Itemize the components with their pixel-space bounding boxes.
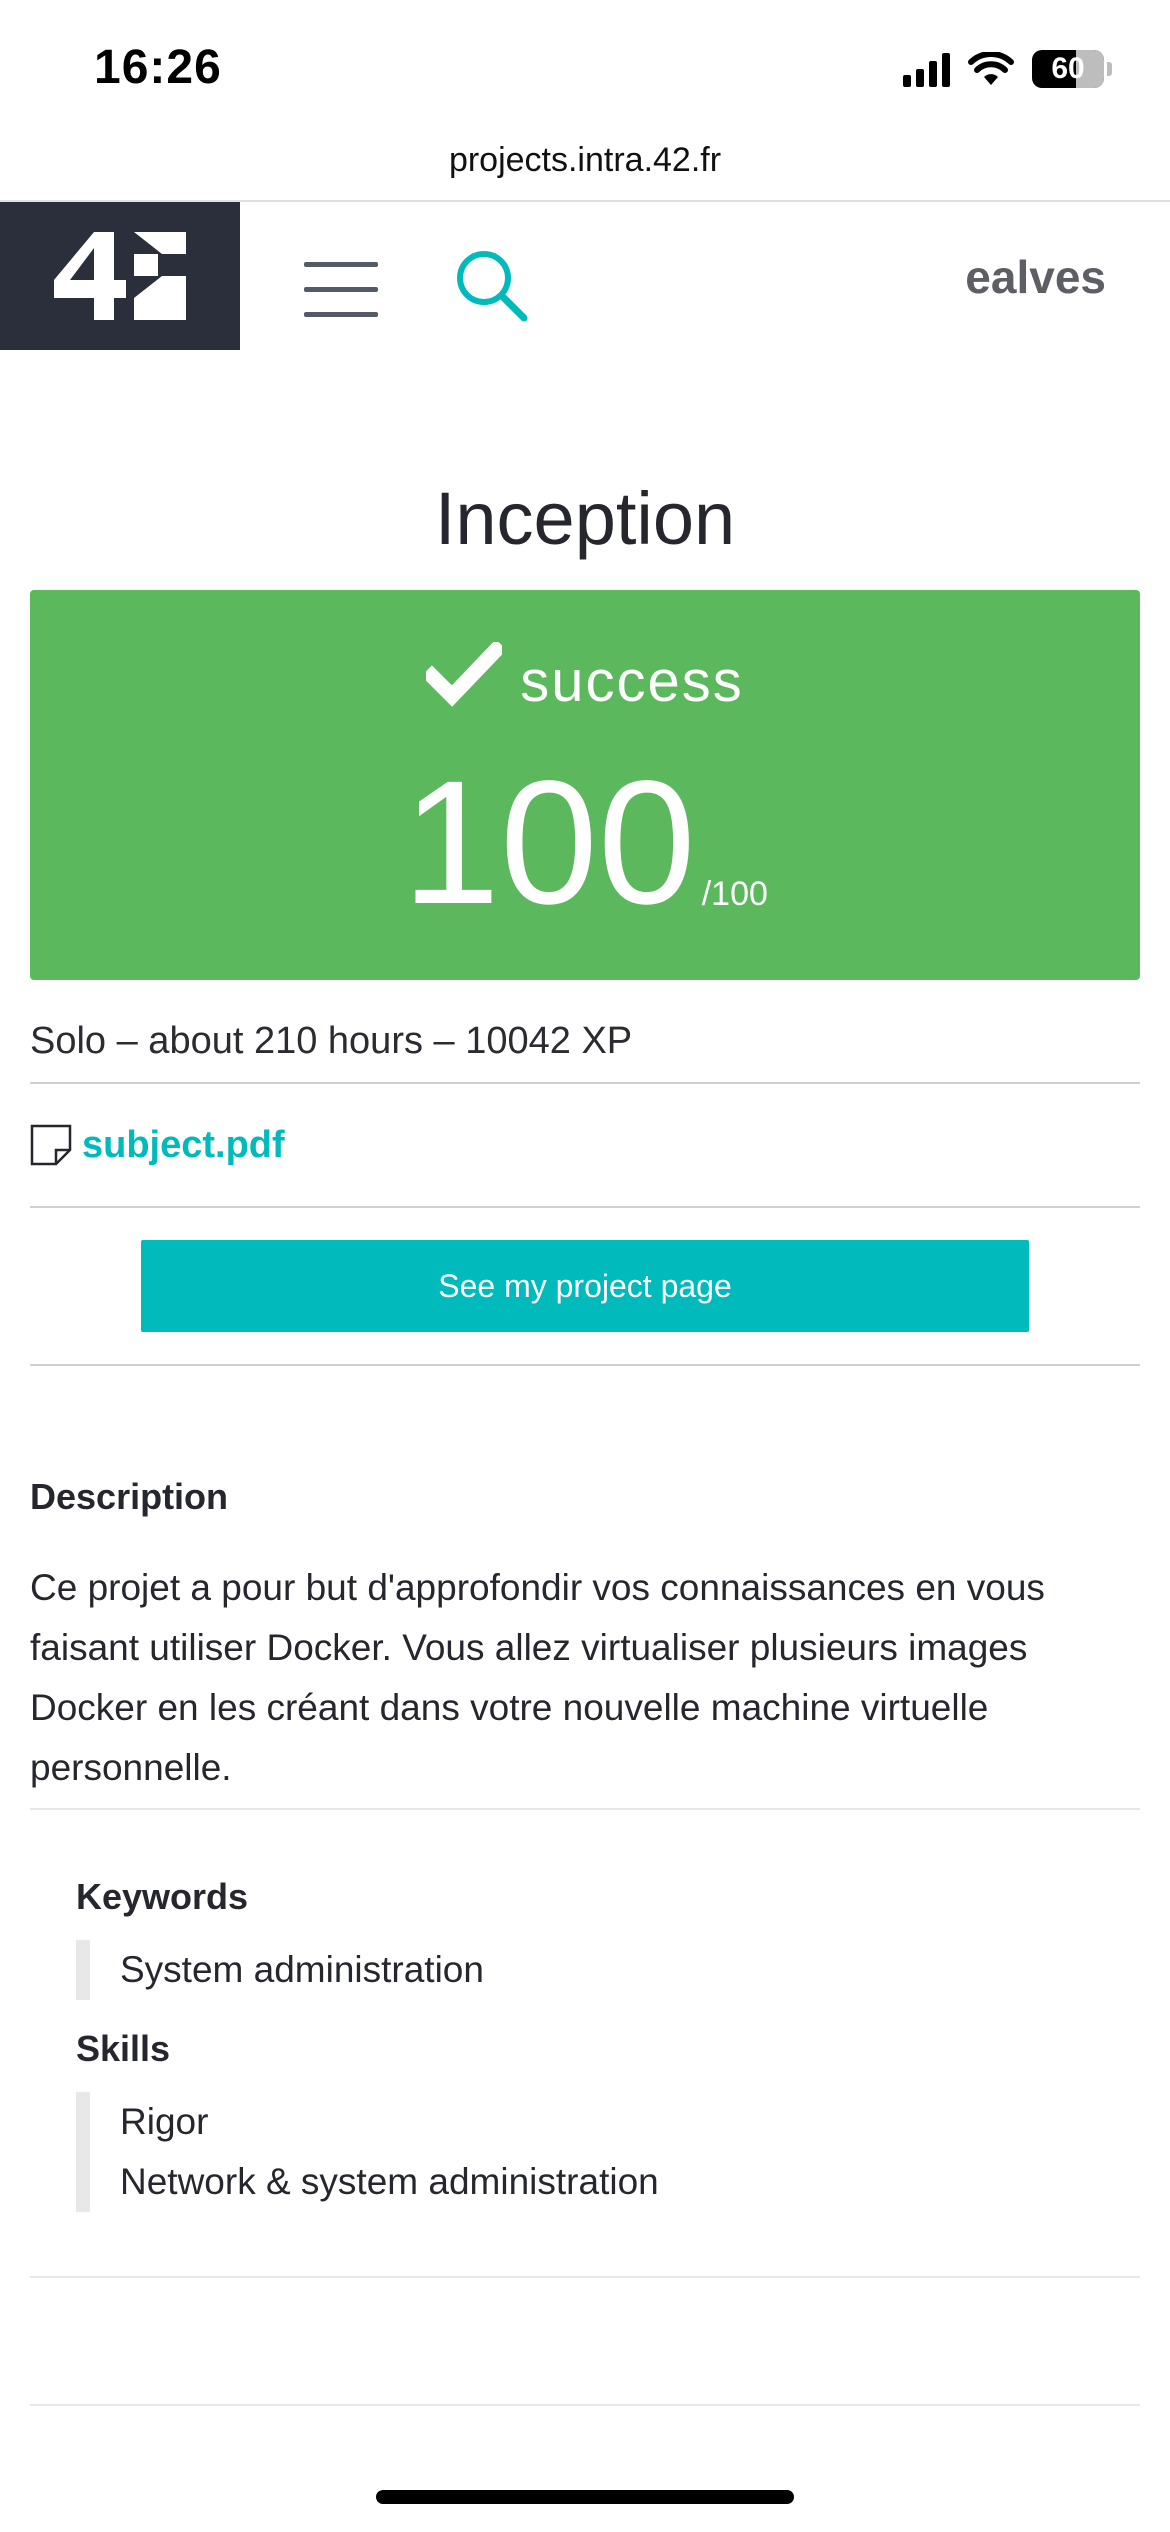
keywords-list: System administration (76, 1940, 1140, 2000)
project-title: Inception (434, 477, 736, 560)
file-icon (30, 1124, 72, 1166)
browser-url-bar[interactable]: projects.intra.42.fr (0, 130, 1170, 202)
keyword-item: System administration (120, 1949, 484, 1990)
skill-item: Rigor (120, 2101, 209, 2142)
username[interactable]: ealves (965, 250, 1106, 304)
divider (30, 1808, 1140, 1810)
keywords-title: Keywords (76, 1876, 249, 1917)
home-indicator[interactable] (376, 2490, 794, 2504)
description-title: Description (30, 1476, 229, 1517)
status-icons: 60 (903, 50, 1112, 88)
score-value: 100 (402, 745, 696, 941)
score-max: /100 (701, 875, 768, 913)
search-icon[interactable] (452, 246, 532, 326)
divider (30, 2404, 1140, 2406)
skills-title: Skills (76, 2028, 171, 2069)
main-content: Inception success 100 /100 Solo – about … (30, 350, 1140, 2406)
subject-pdf-link[interactable]: subject.pdf (82, 1124, 285, 1167)
status-bar: 16:26 60 (0, 0, 1170, 140)
wifi-icon (968, 52, 1014, 85)
result-status-label: success (520, 649, 744, 714)
cellular-signal-icon (903, 51, 950, 87)
score: 100 /100 (30, 745, 1140, 941)
battery-icon: 60 (1032, 50, 1104, 88)
divider (30, 1364, 1140, 1366)
menu-hamburger-icon[interactable] (304, 262, 378, 318)
see-project-page-button[interactable]: See my project page (141, 1240, 1029, 1332)
project-page-button-row: See my project page (30, 1208, 1140, 1364)
subject-file-row: subject.pdf (30, 1084, 1140, 1206)
tags-block: Keywords System administration Skills Ri… (30, 1876, 1140, 2212)
result-box: success 100 /100 (30, 590, 1140, 980)
divider (30, 2276, 1140, 2278)
url-text: projects.intra.42.fr (448, 141, 722, 179)
checkmark-icon (426, 641, 503, 707)
result-status: success (30, 634, 1140, 715)
description-text: Ce projet a pour but d'approfondir vos c… (30, 1567, 1045, 1788)
battery-level: 60 (1051, 52, 1085, 85)
app-header: ealves (0, 202, 1170, 350)
skills-list: Rigor Network & system administration (76, 2092, 1140, 2212)
logo-42[interactable] (0, 202, 240, 350)
logo-42-icon (54, 232, 186, 320)
skill-item: Network & system administration (120, 2161, 659, 2202)
status-time: 16:26 (94, 41, 222, 94)
project-meta: Solo – about 210 hours – 10042 XP (30, 1020, 633, 1062)
